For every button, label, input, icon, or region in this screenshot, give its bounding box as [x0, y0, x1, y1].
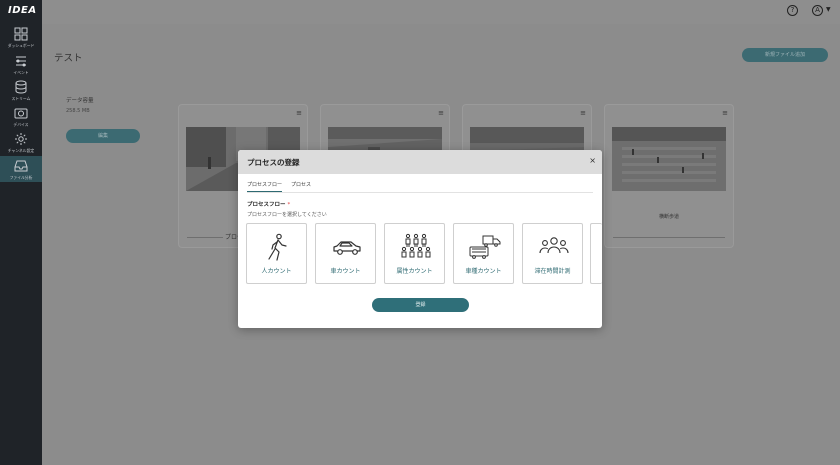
dialog-header: プロセスの登録 ×: [238, 150, 602, 174]
flow-option-attribute-count[interactable]: 属性カウント: [384, 223, 445, 284]
bus-truck-icon: [469, 235, 501, 259]
process-flow-label: プロセスフロー *: [247, 200, 290, 208]
car-icon: [333, 241, 361, 255]
process-flow-hint: プロセスフローを選択してください: [247, 212, 327, 218]
app-logo: IDEA: [8, 5, 37, 16]
help-icon[interactable]: ?: [787, 5, 798, 16]
database-icon: [15, 80, 27, 94]
register-button[interactable]: 登録: [372, 298, 469, 312]
flow-option-person-count[interactable]: 人カウント: [246, 223, 307, 284]
dialog-tabs: プロセスフロー プロセス: [247, 181, 311, 192]
inbox-icon: [14, 160, 28, 172]
camera-icon: [14, 108, 28, 119]
sidebar-item-file-analysis[interactable]: ファイル分析: [0, 156, 42, 182]
sidebar-item-label: ストリーム: [11, 96, 31, 101]
sidebar: IDEA ダッシュボード イベント ストリーム デバイス チャンネル設定 ファイ…: [0, 0, 42, 465]
file-card[interactable]: ≡ 横断歩道: [604, 104, 734, 248]
sidebar-item-event[interactable]: イベント: [0, 54, 42, 80]
video-thumbnail: [612, 127, 726, 191]
sidebar-item-label: デバイス: [13, 122, 29, 127]
tab-process[interactable]: プロセス: [291, 181, 311, 192]
users-icon: [539, 237, 569, 254]
data-capacity-label: データ容量: [66, 98, 94, 104]
flow-option-label: 属性カウント: [396, 268, 433, 275]
top-bar: ? A ▼: [42, 0, 840, 24]
menu-icon[interactable]: ≡: [722, 109, 728, 117]
flow-option-label: 滞在時間計測: [534, 268, 571, 275]
divider: [613, 237, 725, 238]
chevron-down-icon[interactable]: ▼: [826, 6, 831, 13]
tab-process-flow[interactable]: プロセスフロー: [247, 181, 283, 192]
sidebar-item-channel[interactable]: チャンネル設定: [0, 132, 42, 158]
sidebar-item-dashboard[interactable]: ダッシュボード: [0, 27, 42, 53]
file-card-name: 横断歩道: [658, 214, 679, 220]
people-group-icon: [401, 233, 431, 258]
sidebar-item-label: イベント: [13, 70, 29, 75]
menu-icon[interactable]: ≡: [438, 109, 444, 117]
flow-option-car-count[interactable]: 車カウント: [315, 223, 376, 284]
flow-option-label: 車種カウント: [465, 268, 502, 275]
data-capacity-value: 258.5 MB: [66, 108, 90, 114]
flow-option-label: 人カウント: [261, 268, 292, 275]
field-label-text: プロセスフロー: [247, 202, 286, 208]
sidebar-item-label: ファイル分析: [9, 175, 33, 180]
close-icon[interactable]: ×: [589, 156, 596, 165]
sidebar-item-stream[interactable]: ストリーム: [0, 80, 42, 106]
gear-icon: [15, 133, 27, 145]
flow-option-vehicle-type-count[interactable]: 車種カウント: [453, 223, 514, 284]
menu-icon[interactable]: ≡: [296, 109, 302, 117]
flow-option-label: 車カウント: [330, 268, 361, 275]
flow-option-more[interactable]: [590, 223, 602, 284]
avatar[interactable]: A: [812, 5, 823, 16]
flow-option-dwell-time[interactable]: 滞在時間計測: [522, 223, 583, 284]
sidebar-item-label: ダッシュボード: [7, 43, 35, 48]
divider: [247, 192, 593, 193]
event-icon: [16, 56, 26, 67]
process-register-dialog: プロセスの登録 × プロセスフロー プロセス プロセスフロー * プロセスフローを…: [238, 150, 602, 328]
add-file-button[interactable]: 新規ファイル追加: [742, 48, 828, 62]
required-mark: *: [287, 202, 291, 208]
person-walking-icon: [268, 233, 287, 261]
dashboard-icon: [14, 27, 28, 41]
menu-icon[interactable]: ≡: [580, 109, 586, 117]
sidebar-item-label: チャンネル設定: [7, 148, 35, 153]
edit-button[interactable]: 編集: [66, 129, 140, 143]
page-title: テスト: [54, 53, 83, 64]
sidebar-item-device[interactable]: デバイス: [0, 106, 42, 132]
dialog-title: プロセスの登録: [247, 158, 300, 167]
